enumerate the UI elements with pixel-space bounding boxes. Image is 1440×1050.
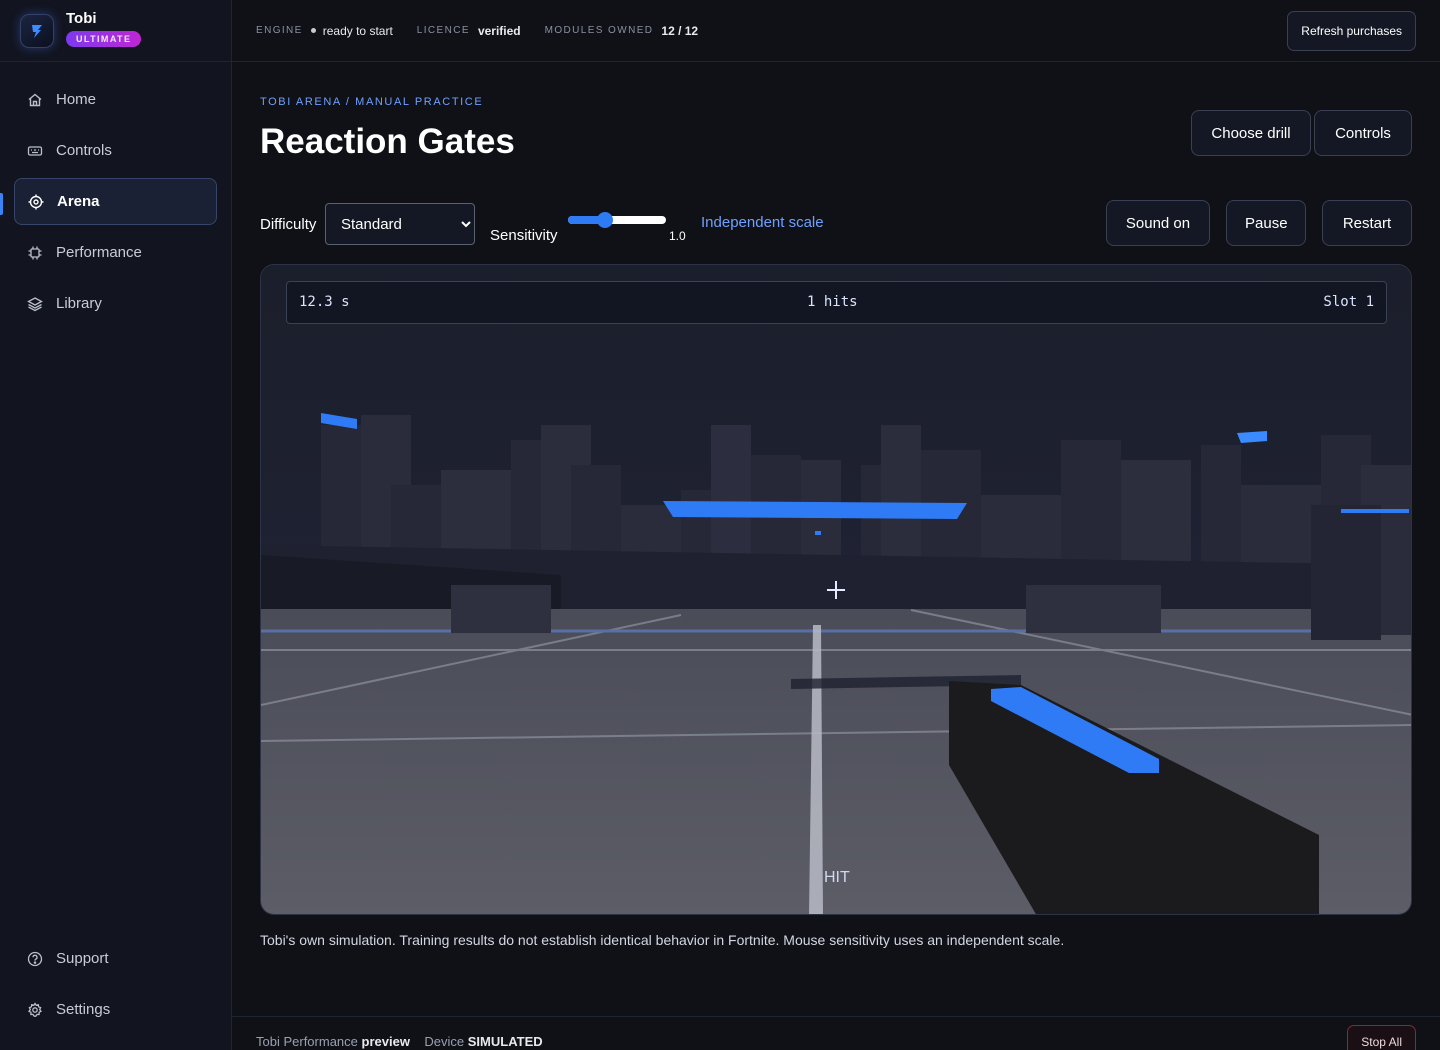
sound-toggle-button[interactable]: Sound on — [1106, 200, 1210, 246]
engine-status: ENGINE ready to start — [256, 24, 393, 38]
arena-hud: 12.3 s 1 hits Slot 1 — [286, 281, 1387, 324]
sensitivity-value: 1.0 — [669, 229, 686, 243]
target-icon — [27, 193, 45, 211]
arena-viewport[interactable]: 12.3 s 1 hits Slot 1 HIT — [260, 264, 1412, 915]
gear-icon — [26, 1001, 44, 1019]
slider-thumb[interactable] — [597, 212, 614, 228]
stop-all-button[interactable]: Stop All — [1347, 1025, 1416, 1050]
brand-name: Tobi — [66, 10, 97, 27]
sidebar-item-performance[interactable]: Performance — [14, 229, 217, 276]
sensitivity-slider[interactable] — [568, 212, 666, 228]
layers-icon — [26, 295, 44, 313]
sidebar: Tobi ULTIMATE Home Controls Arena Perfor… — [0, 0, 232, 1050]
licence-value: verified — [477, 23, 521, 38]
sidebar-item-arena[interactable]: Arena — [14, 178, 217, 225]
pause-button[interactable]: Pause — [1226, 200, 1306, 246]
home-icon — [26, 91, 44, 109]
modules-status: MODULES OWNED 12 / 12 — [545, 24, 698, 38]
footer-bar: Tobi Performance preview Device SIMULATE… — [232, 1016, 1440, 1050]
independent-scale-label: Independent scale — [701, 214, 824, 231]
sidebar-item-library[interactable]: Library — [14, 280, 217, 327]
controls-button[interactable]: Controls — [1314, 110, 1412, 156]
status-dot-icon — [310, 28, 316, 33]
hit-feedback: HIT — [824, 869, 850, 886]
choose-drill-button[interactable]: Choose drill — [1191, 110, 1311, 156]
tobi-logo-icon — [20, 13, 54, 48]
timer-readout: 12.3 s — [299, 294, 350, 310]
sidebar-item-label: Settings — [56, 1001, 111, 1018]
restart-button[interactable]: Restart — [1322, 200, 1412, 246]
breadcrumb: TOBI ARENA / MANUAL PRACTICE — [260, 96, 484, 108]
status-bar: ENGINE ready to start LICENCE verified M… — [232, 0, 1440, 62]
sensitivity-label: Sensitivity — [490, 227, 558, 244]
brand: Tobi ULTIMATE — [0, 0, 231, 62]
keyboard-icon — [26, 142, 44, 160]
sidebar-item-label: Support — [56, 950, 109, 967]
sidebar-item-label: Library — [56, 295, 102, 312]
difficulty-label: Difficulty — [260, 216, 317, 233]
sidebar-item-settings[interactable]: Settings — [14, 986, 217, 1033]
sidebar-item-label: Performance — [56, 244, 142, 261]
engine-value: ready to start — [322, 23, 393, 38]
sidebar-item-label: Home — [56, 91, 97, 108]
footer-status: Tobi Performance preview Device SIMULATE… — [256, 1034, 543, 1049]
simulation-disclaimer: Tobi's own simulation. Training results … — [260, 932, 1065, 948]
licence-label: LICENCE — [416, 25, 470, 36]
page-title: Reaction Gates — [260, 122, 515, 161]
sidebar-item-controls[interactable]: Controls — [14, 127, 217, 174]
help-circle-icon — [26, 950, 44, 968]
device-value: SIMULATED — [467, 1034, 543, 1049]
licence-status: LICENCE verified — [417, 24, 521, 38]
modules-value: 12 / 12 — [661, 23, 699, 38]
product-name: Tobi Performance — [256, 1034, 358, 1049]
main-nav: Home Controls Arena Performance Library — [14, 76, 217, 331]
sidebar-item-label: Controls — [56, 142, 112, 159]
secondary-nav: Support Settings — [14, 935, 217, 1037]
product-state: preview — [361, 1034, 410, 1049]
device-label: Device — [424, 1034, 465, 1049]
sidebar-item-support[interactable]: Support — [14, 935, 217, 982]
refresh-purchases-button[interactable]: Refresh purchases — [1287, 11, 1416, 51]
chip-icon — [26, 244, 44, 262]
modules-label: MODULES OWNED — [544, 25, 654, 36]
engine-label: ENGINE — [256, 25, 303, 36]
difficulty-select[interactable]: Standard — [325, 203, 475, 245]
hits-counter: 1 hits — [807, 294, 858, 310]
slot-indicator: Slot 1 — [1323, 294, 1374, 310]
active-nav-indicator — [0, 193, 3, 215]
plan-badge: ULTIMATE — [66, 31, 142, 47]
sidebar-item-home[interactable]: Home — [14, 76, 217, 123]
crosshair-icon — [827, 581, 845, 599]
sidebar-item-label: Arena — [57, 193, 100, 210]
